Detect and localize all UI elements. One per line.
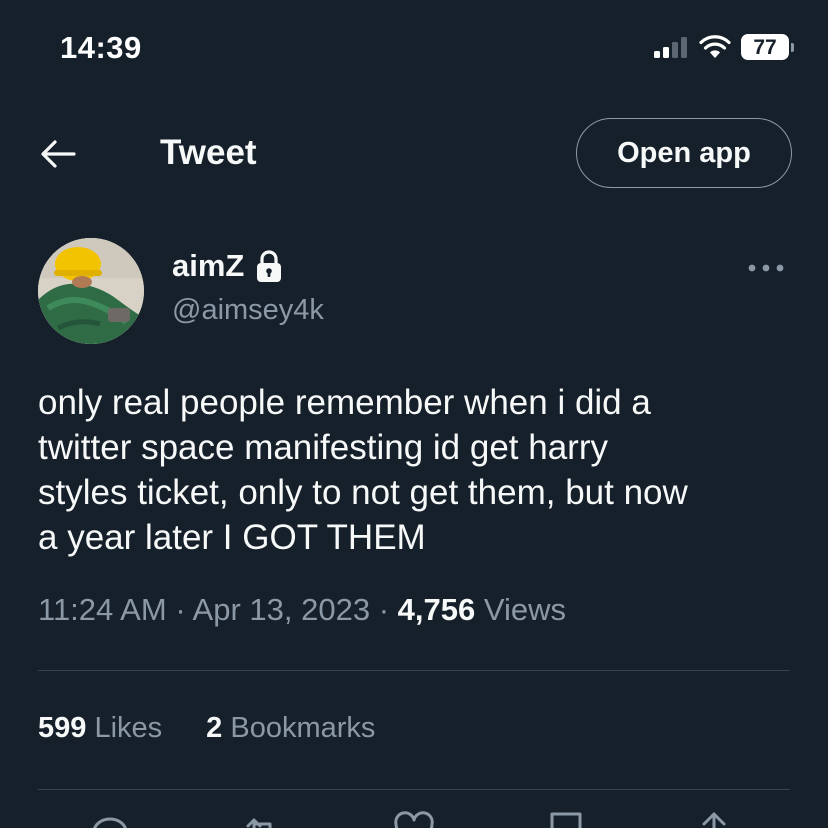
battery-tip <box>791 42 794 52</box>
tweet-meta: 11:24 AM · Apr 13, 2023 · 4,756 Views <box>38 592 566 628</box>
tweet-stats: 599 Likes 2 Bookmarks <box>38 712 375 745</box>
status-time: 14:39 <box>60 30 142 65</box>
status-bar: 14:39 77 <box>0 0 828 100</box>
retweet-icon[interactable] <box>240 810 284 828</box>
top-nav: Tweet Open app <box>0 118 828 188</box>
tweet-text: only real people remember when i did a t… <box>38 383 688 557</box>
status-icons: 77 <box>653 34 794 60</box>
likes-count: 599 <box>38 712 87 744</box>
more-horizontal-icon <box>748 264 784 272</box>
page-title: Tweet <box>160 133 257 172</box>
tweet-time[interactable]: 11:24 AM <box>38 592 167 627</box>
bookmarks-stat[interactable]: 2 Bookmarks <box>206 712 375 745</box>
reply-icon[interactable] <box>88 810 132 828</box>
bookmark-icon[interactable] <box>544 810 588 828</box>
bookmarks-count: 2 <box>206 712 223 744</box>
views-count: 4,756 <box>397 592 476 627</box>
display-name[interactable]: aimZ <box>172 248 244 284</box>
meta-separator: · <box>378 592 390 627</box>
bookmarks-label: Bookmarks <box>230 712 376 744</box>
battery-level: 77 <box>741 34 789 60</box>
views-label: Views <box>483 592 566 627</box>
battery-icon: 77 <box>741 34 794 60</box>
action-bar <box>0 810 828 828</box>
likes-stat[interactable]: 599 Likes <box>38 712 162 745</box>
avatar-image <box>38 238 144 344</box>
lock-icon <box>257 250 282 282</box>
cellular-signal-icon <box>654 37 687 58</box>
divider <box>38 670 790 671</box>
meta-separator: · <box>175 592 186 627</box>
tweet-date[interactable]: Apr 13, 2023 <box>193 592 371 627</box>
tweet-author: aimZ @aimsey4k <box>38 238 790 348</box>
likes-label: Likes <box>94 712 163 744</box>
avatar[interactable] <box>38 238 144 344</box>
wifi-icon <box>699 35 731 58</box>
share-icon[interactable] <box>692 810 736 828</box>
like-icon[interactable] <box>392 810 436 828</box>
arrow-left-icon <box>41 140 76 168</box>
divider <box>38 789 790 790</box>
display-name-row: aimZ <box>172 248 284 284</box>
back-button[interactable] <box>38 134 78 174</box>
more-options-button[interactable] <box>746 258 786 278</box>
open-app-button[interactable]: Open app <box>576 118 792 188</box>
user-handle[interactable]: @aimsey4k <box>172 294 324 327</box>
